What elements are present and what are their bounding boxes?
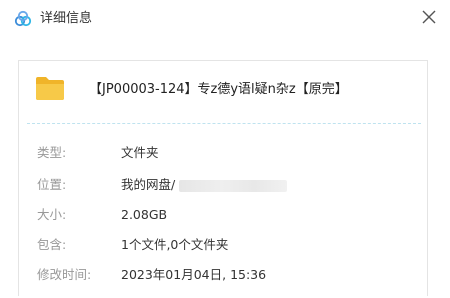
baidu-netdisk-icon	[14, 10, 32, 27]
modified-label: 修改时间:	[37, 267, 92, 282]
modified-value: 2023年01月04日, 15:36	[121, 267, 267, 282]
type-value: 文件夹	[121, 145, 159, 160]
close-icon[interactable]	[418, 6, 440, 28]
details-dialog: 详细信息 【JP00003-124】专z德y语l疑n杂z【原完】 类型: 文件夹…	[0, 0, 450, 298]
dialog-title: 详细信息	[40, 11, 93, 26]
location-row: 位置: 我的网盘/	[19, 176, 427, 194]
type-row: 类型: 文件夹	[19, 144, 427, 162]
location-value-wrap: 我的网盘/	[121, 176, 288, 194]
contains-value: 1个文件,0个文件夹	[121, 237, 229, 252]
size-row: 大小: 2.08GB	[19, 206, 427, 224]
contains-row: 包含: 1个文件,0个文件夹	[19, 236, 427, 254]
details-panel: 【JP00003-124】专z德y语l疑n杂z【原完】 类型: 文件夹 位置: …	[18, 60, 428, 296]
folder-icon	[36, 77, 64, 100]
location-value[interactable]: 我的网盘/	[121, 177, 175, 192]
title-bar: 详细信息	[0, 0, 450, 36]
blurred-path	[179, 179, 288, 192]
divider	[27, 123, 421, 124]
contains-label: 包含:	[37, 237, 67, 252]
modified-row: 修改时间: 2023年01月04日, 15:36	[19, 266, 427, 284]
location-label: 位置:	[37, 177, 67, 192]
type-label: 类型:	[37, 145, 67, 160]
file-name: 【JP00003-124】专z德y语l疑n杂z【原完】	[89, 82, 348, 97]
size-label: 大小:	[37, 207, 67, 222]
size-value: 2.08GB	[121, 207, 168, 222]
